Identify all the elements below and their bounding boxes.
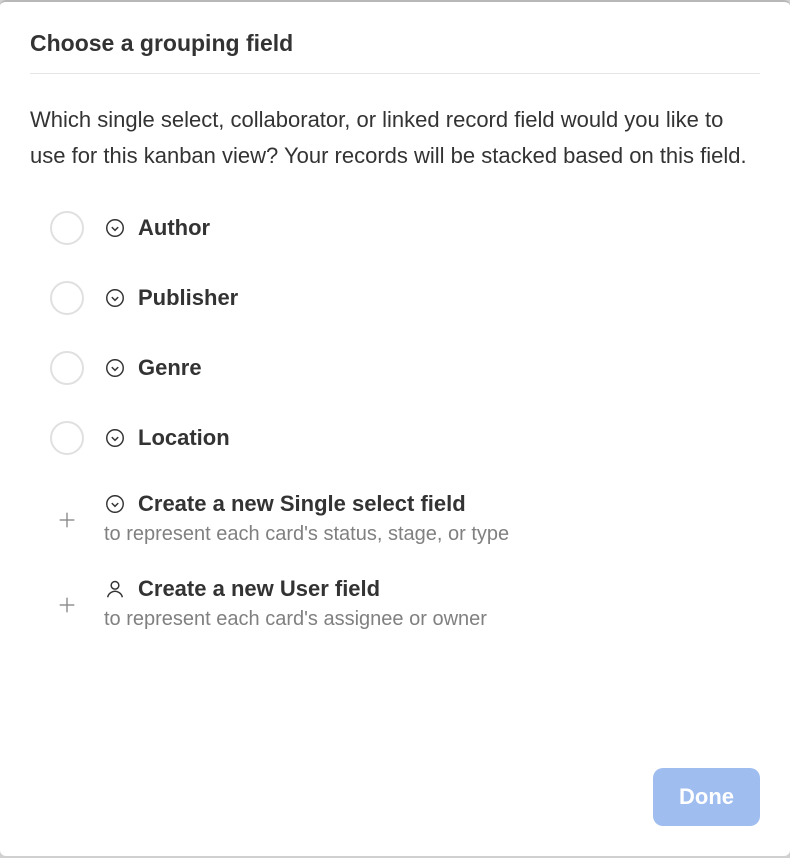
- create-label: Create a new User field: [138, 576, 380, 602]
- dialog-description: Which single select, collaborator, or li…: [30, 102, 760, 175]
- radio-button[interactable]: [50, 211, 84, 245]
- done-button[interactable]: Done: [653, 768, 760, 826]
- single-select-icon: [104, 357, 126, 379]
- radio-button[interactable]: [50, 421, 84, 455]
- plus-icon: [50, 503, 84, 537]
- option-label: Genre: [138, 355, 202, 381]
- plus-icon: [50, 588, 84, 622]
- options-list: Author Publisher Genre Location: [30, 211, 760, 661]
- single-select-icon: [104, 493, 126, 515]
- create-content: Create a new Single select field to repr…: [104, 491, 509, 546]
- create-single-select-field[interactable]: Create a new Single select field to repr…: [50, 491, 760, 546]
- radio-button[interactable]: [50, 351, 84, 385]
- option-genre[interactable]: Genre: [50, 351, 760, 385]
- single-select-icon: [104, 427, 126, 449]
- single-select-icon: [104, 217, 126, 239]
- create-label: Create a new Single select field: [138, 491, 466, 517]
- dialog-footer: Done: [30, 768, 760, 826]
- dialog-title: Choose a grouping field: [30, 30, 760, 74]
- option-author[interactable]: Author: [50, 211, 760, 245]
- option-label: Author: [138, 215, 210, 241]
- option-label: Publisher: [138, 285, 238, 311]
- option-label: Location: [138, 425, 230, 451]
- option-location[interactable]: Location: [50, 421, 760, 455]
- option-publisher[interactable]: Publisher: [50, 281, 760, 315]
- create-content: Create a new User field to represent eac…: [104, 576, 487, 631]
- create-description: to represent each card's status, stage, …: [104, 523, 509, 546]
- radio-button[interactable]: [50, 281, 84, 315]
- grouping-field-dialog: Choose a grouping field Which single sel…: [0, 0, 790, 856]
- create-description: to represent each card's assignee or own…: [104, 608, 487, 631]
- create-user-field[interactable]: Create a new User field to represent eac…: [50, 576, 760, 631]
- single-select-icon: [104, 287, 126, 309]
- user-icon: [104, 578, 126, 600]
